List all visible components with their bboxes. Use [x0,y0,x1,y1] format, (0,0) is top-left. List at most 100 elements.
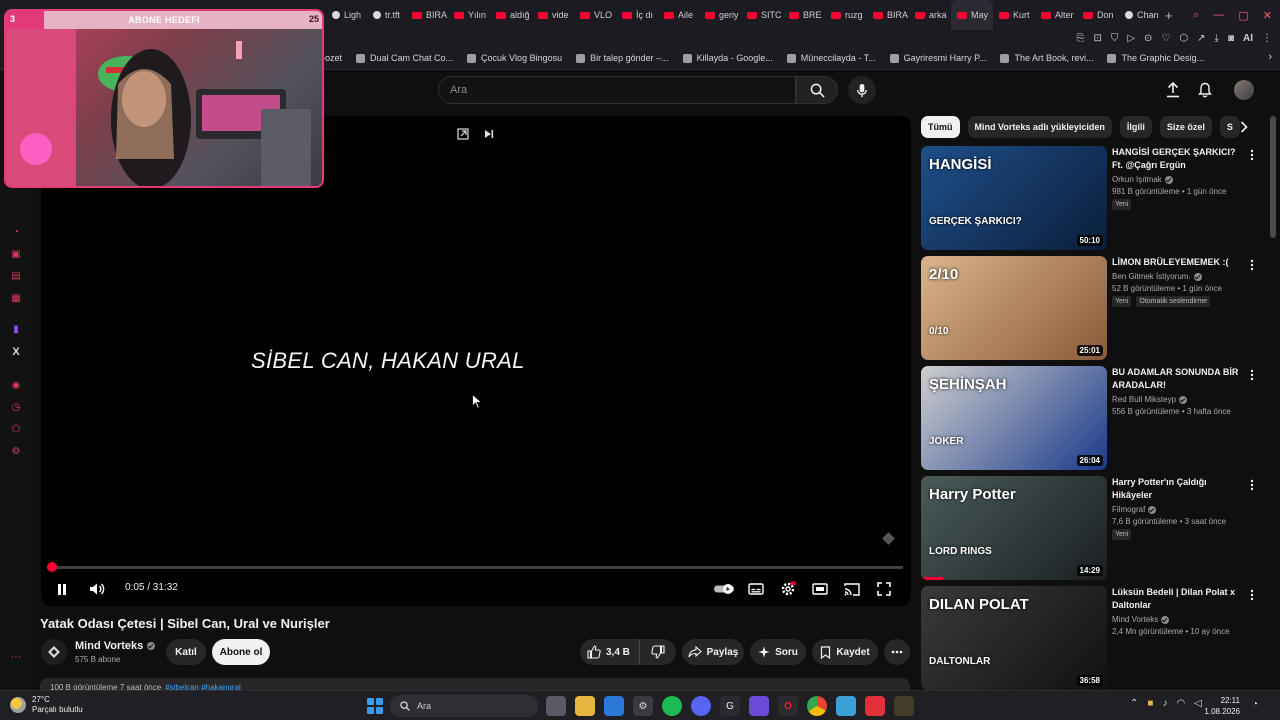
voice-search-button[interactable] [848,76,876,104]
more-icon[interactable]: ⋯ [9,650,23,664]
channel-name[interactable]: Ben Gitmek İstiyorum. [1112,272,1244,281]
like-button[interactable]: 3,4 B [580,639,640,665]
weather-widget[interactable]: 27°C Parçalı bulutlu [10,695,83,715]
tab-14[interactable]: arka [909,0,951,30]
bookmark-3[interactable]: Bir talep gönder –... [576,53,669,63]
speed-dial-icon[interactable]: ◔ [9,225,23,239]
tab-10[interactable]: SITC [741,0,783,30]
spotify-icon[interactable] [662,696,682,716]
task-view-icon[interactable] [546,696,566,716]
chevron-up-icon[interactable]: ⌃ [1130,698,1138,709]
bookmark-0[interactable]: -ozet [322,53,342,63]
tab-17[interactable]: Alter [1035,0,1077,30]
share-button[interactable]: Paylaş [682,639,744,665]
chip-3[interactable]: Size özel [1159,116,1212,138]
close-icon[interactable]: ✕ [1263,9,1272,22]
bookmark-8[interactable]: The Graphic Desig... [1107,53,1204,63]
ask-button[interactable]: Soru [750,639,806,665]
more-options-button[interactable] [1248,368,1256,382]
subscribe-button[interactable]: Abone ol [212,639,270,665]
twitch-icon[interactable]: ▮ [9,322,23,336]
maximize-icon[interactable]: ▢ [1238,9,1248,22]
miniplayer-icon[interactable] [457,128,469,140]
channel-name[interactable]: Mind Vorteks [1112,615,1244,624]
tab-9[interactable]: geriy [699,0,741,30]
puzzle-icon[interactable]: ⬡ [1179,33,1188,44]
steam-icon[interactable]: ⚙ [633,696,653,716]
tab-2[interactable]: BIRA [406,0,448,30]
settings-icon[interactable]: ⚙ [9,444,23,458]
x-icon[interactable]: X [9,345,23,359]
join-button[interactable]: Katıl [166,639,206,665]
progress-bar[interactable] [46,562,903,572]
recorder-icon[interactable] [865,696,885,716]
create-button[interactable] [1162,79,1184,101]
tab-3[interactable]: Yılın [448,0,490,30]
cast-button[interactable] [842,576,862,602]
start-button[interactable] [367,698,383,714]
minimize-icon[interactable]: — [1213,9,1224,21]
history-icon[interactable]: ◷ [9,400,23,414]
bookmark-4[interactable]: Killayda - Google... [682,53,773,63]
search-input[interactable] [450,84,795,96]
ai-button[interactable]: AI [1243,33,1253,44]
video-title[interactable]: BU ADAMLAR SONUNDA BİR ARADALAR! [1112,366,1244,392]
chip-2[interactable]: İlgili [1119,116,1152,138]
calculator-icon[interactable] [749,696,769,716]
more-actions-button[interactable] [884,639,910,665]
messenger-icon[interactable]: ▤ [9,269,23,283]
autoplay-toggle[interactable] [712,576,736,602]
notification-center-icon[interactable]: ◔ [1252,699,1258,710]
channel-name[interactable]: Mind Vorteks [75,640,156,652]
heart-icon[interactable]: ♡ [1161,33,1170,44]
recommendation-item[interactable]: Harry Potter LORD RINGS 14:29 Harry Potter'… [921,476,1261,580]
tab-16[interactable]: Kurt [993,0,1035,30]
tab-11[interactable]: BRE [783,0,825,30]
video-title[interactable]: HANGİSİ GERÇEK ŞARKICI? Ft. @Çağrı Ergün [1112,146,1244,172]
more-options-button[interactable] [1248,478,1256,492]
bookmark-7[interactable]: The Art Book, revi... [1000,53,1093,63]
skip-next-icon[interactable] [483,128,495,140]
file-explorer-icon[interactable] [575,696,595,716]
mail-icon[interactable]: ▦ [9,291,23,305]
chrome-icon[interactable] [807,696,827,716]
bookmark-6[interactable]: Gayriresmi Harry P... [889,53,986,63]
wifi-icon[interactable]: ◠ [1176,698,1185,709]
menu-icon[interactable]: ⋮ [1262,33,1272,44]
screenshot-icon[interactable]: ⊡ [1093,33,1101,44]
search-tabs-icon[interactable]: ⌕ [1193,9,1199,22]
recommendation-item[interactable]: 2/10 0/10 25:01 LİMON BRÜLEYEMEMEK :( Ben Gi… [921,256,1261,360]
scrollbar[interactable] [1270,116,1276,238]
video-title[interactable]: Harry Potter'ın Çaldığı Hikâyeler [1112,476,1244,502]
discord-icon[interactable] [691,696,711,716]
video-title[interactable]: LİMON BRÜLEYEMEMEK :( [1112,256,1244,269]
bookmark-5[interactable]: Müneccilayda - T... [786,53,876,63]
download-icon[interactable]: ⤓ [1215,33,1219,44]
folder-icon[interactable]: ■ [1147,698,1153,709]
camera-icon[interactable]: ◙ [1228,33,1234,44]
system-clock[interactable]: 22:11 1.08.2026 [1198,695,1240,717]
mail-app-icon[interactable] [604,696,624,716]
bag-icon[interactable]: ▣ [9,247,23,261]
tab-7[interactable]: İç dı [616,0,658,30]
save-button[interactable]: Kaydet [812,639,878,665]
tab-6[interactable]: VLO [574,0,616,30]
tab-0[interactable]: Ligh [326,0,367,30]
settings-button[interactable] [778,576,798,602]
channel-avatar[interactable] [41,639,67,665]
opera-gx-icon[interactable]: O [778,696,798,716]
video-thumbnail[interactable]: 2/10 0/10 25:01 [921,256,1107,360]
app-icon[interactable]: G [720,696,740,716]
bookmark-1[interactable]: Dual Cam Chat Co... [356,53,453,63]
chip-1[interactable]: Mind Vorteks adlı yükleyiciden [967,116,1112,138]
taskbar-search[interactable]: Ara [390,695,538,717]
search-button[interactable] [796,76,838,104]
channel-name[interactable]: Orkun Işıtmak [1112,175,1244,184]
extensions-icon[interactable]: ⬠ [9,422,23,436]
extension-icon[interactable]: ⎘ [1076,33,1084,44]
notifications-button[interactable] [1194,79,1216,101]
obs-icon[interactable] [894,696,914,716]
tab-12[interactable]: ruzg [825,0,867,30]
tab-19[interactable]: Chan [1119,0,1161,30]
tab-15[interactable]: May [951,0,994,30]
